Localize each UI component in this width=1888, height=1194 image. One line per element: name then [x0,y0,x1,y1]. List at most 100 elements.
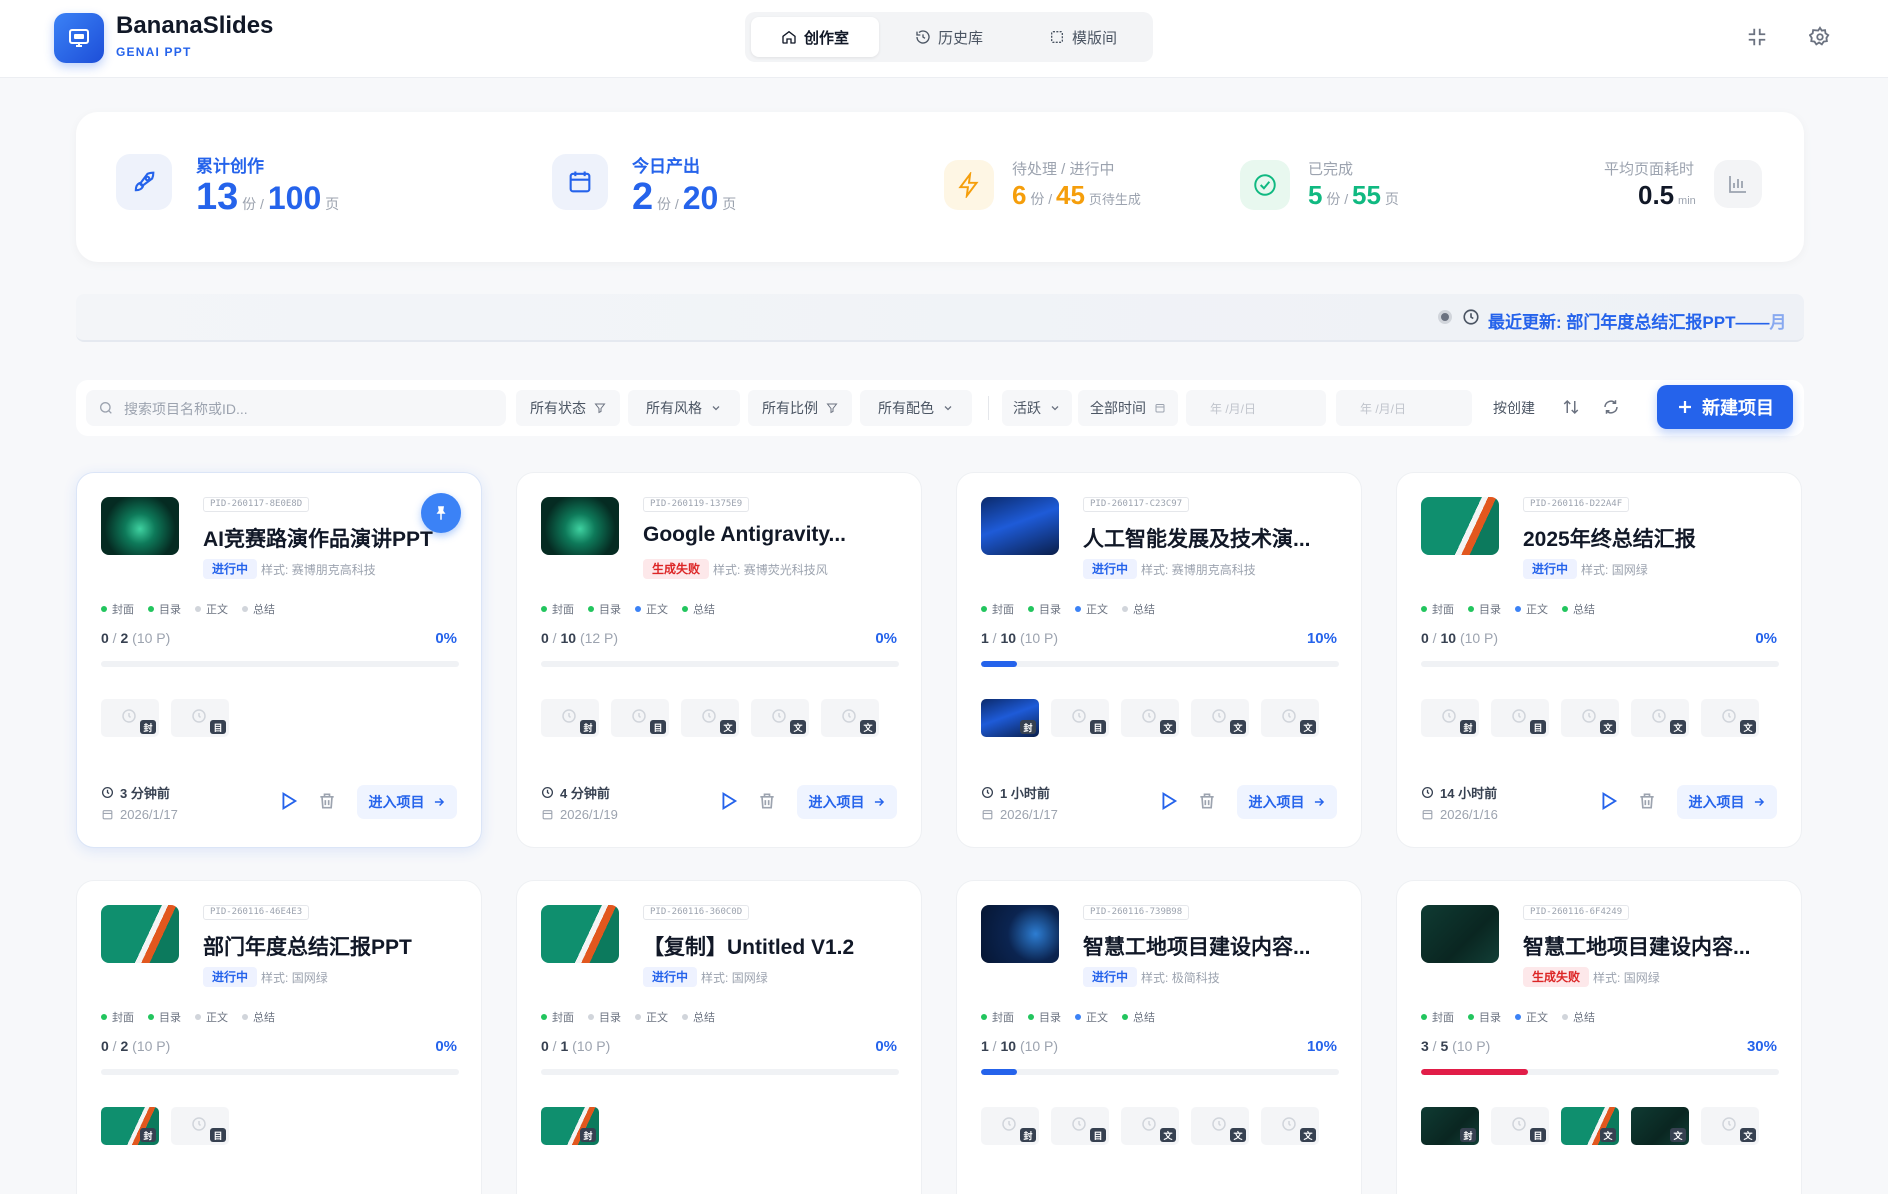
tab-history[interactable]: 历史库 [885,17,1013,57]
play-icon[interactable] [717,790,739,812]
play-icon[interactable] [277,790,299,812]
style-filter[interactable]: 所有风格 [628,390,740,426]
slide-thumbnail[interactable]: 封 [981,1107,1039,1145]
step-0: 封面 [541,1009,574,1025]
color-filter[interactable]: 所有配色 [860,390,972,426]
pending-clock-icon [840,707,858,725]
project-thumbnail[interactable] [1421,497,1499,555]
gear-icon[interactable] [1809,26,1831,48]
slide-thumbnail[interactable]: 封 [541,699,599,737]
project-thumbnail[interactable] [981,905,1059,963]
project-title[interactable]: 部门年度总结汇报PPT [203,931,461,961]
step-0: 封面 [101,1009,134,1025]
project-title[interactable]: Google Antigravity... [643,523,901,547]
slide-thumbnail[interactable]: 文 [821,699,879,737]
project-style: 样式: 国网绿 [1581,563,1648,577]
date-to-input[interactable]: 年 /月/日 [1336,390,1472,426]
step-list: 封面 目录 正文 总结 [541,1009,715,1025]
slide-thumbnail[interactable]: 文 [1631,699,1689,737]
slide-thumbnail[interactable]: 目 [611,699,669,737]
activity-filter[interactable]: 活跃 [1002,390,1072,426]
slide-thumbnail[interactable]: 文 [1701,1107,1759,1145]
slide-thumbnail[interactable]: 文 [751,699,809,737]
stat-pending-value: 6 份 / 45 页待生成 [1012,180,1141,210]
project-card[interactable]: PID-260116-739B98 智慧工地项目建设内容... 进行中 样式: … [956,880,1362,1194]
slide-thumbnail[interactable]: 文 [1191,699,1249,737]
trash-icon[interactable] [1197,790,1217,812]
new-project-button[interactable]: 新建项目 [1657,385,1793,429]
sort-select[interactable]: 按创建 [1484,390,1544,426]
trash-icon[interactable] [1637,790,1657,812]
project-title[interactable]: 人工智能发展及技术演... [1083,523,1341,553]
trash-icon[interactable] [757,790,777,812]
ratio-filter[interactable]: 所有比例 [748,390,852,426]
slide-thumbnail[interactable]: 文 [1701,699,1759,737]
project-thumbnail[interactable] [1421,905,1499,963]
project-thumbnail[interactable] [541,497,619,555]
project-thumbnail[interactable] [981,497,1059,555]
ticker-text[interactable]: 最近更新: 部门年度总结汇报PPT——月 [1488,308,1786,333]
slide-thumbnail[interactable]: 文 [1261,1107,1319,1145]
project-title[interactable]: AI竞赛路演作品演讲PPT [203,523,461,553]
slide-thumbnail[interactable]: 文 [1561,1107,1619,1145]
slide-thumbnail[interactable]: 目 [1491,1107,1549,1145]
collapse-icon[interactable] [1746,26,1768,48]
slide-thumbnail[interactable]: 目 [171,699,229,737]
project-card[interactable]: PID-260116-6F4249 智慧工地项目建设内容... 生成失败 样式:… [1396,880,1802,1194]
date-from-input[interactable]: 年 /月/日 [1186,390,1326,426]
project-card[interactable]: PID-260117-8E0E8D AI竞赛路演作品演讲PPT 进行中 样式: … [76,472,482,848]
progress-bar [101,661,459,667]
pending-clock-icon [1070,707,1088,725]
status-badge: 生成失败 [1523,967,1590,987]
sort-order-icon[interactable] [1562,398,1580,416]
slide-thumbnail[interactable]: 封 [101,1107,159,1145]
slide-thumbnail[interactable]: 封 [981,699,1039,737]
slide-thumbnail[interactable]: 封 [1421,1107,1479,1145]
slide-thumbnail[interactable]: 目 [171,1107,229,1145]
slide-thumbnail[interactable]: 封 [1421,699,1479,737]
enter-project-button[interactable]: 进入项目 [357,785,457,819]
project-card[interactable]: PID-260116-D22A4F 2025年终总结汇报 进行中 样式: 国网绿… [1396,472,1802,848]
status-filter[interactable]: 所有状态 [516,390,620,426]
slide-type-tag: 封 [1460,720,1476,734]
step-3: 总结 [1122,1009,1155,1025]
tab-studio[interactable]: 创作室 [751,17,879,57]
trash-icon[interactable] [317,790,337,812]
slide-thumbnail[interactable]: 目 [1491,699,1549,737]
time-filter[interactable]: 全部时间 [1078,390,1178,426]
enter-project-button[interactable]: 进入项目 [1237,785,1337,819]
slide-thumbnail[interactable]: 封 [101,699,159,737]
project-title[interactable]: 智慧工地项目建设内容... [1083,931,1341,961]
step-list: 封面 目录 正文 总结 [541,601,715,617]
enter-project-button[interactable]: 进入项目 [1677,785,1777,819]
project-thumbnail[interactable] [101,905,179,963]
project-card[interactable]: PID-260116-46E4E3 部门年度总结汇报PPT 进行中 样式: 国网… [76,880,482,1194]
slide-thumbnail[interactable]: 文 [1121,699,1179,737]
refresh-icon[interactable] [1602,398,1620,416]
enter-project-button[interactable]: 进入项目 [797,785,897,819]
slide-thumbnail[interactable]: 文 [1631,1107,1689,1145]
slide-thumbnail[interactable]: 封 [541,1107,599,1145]
play-icon[interactable] [1157,790,1179,812]
project-title[interactable]: 智慧工地项目建设内容... [1523,931,1781,961]
tab-templates[interactable]: 模版间 [1019,17,1147,57]
app-logo[interactable] [54,13,104,63]
slide-thumbnail[interactable]: 文 [1121,1107,1179,1145]
slide-thumbnail[interactable]: 目 [1051,1107,1109,1145]
slide-thumbnail[interactable]: 文 [1561,699,1619,737]
slide-thumbnail[interactable]: 文 [1191,1107,1249,1145]
tab-studio-label: 创作室 [803,29,849,47]
search-input[interactable]: 搜索项目名称或ID... [86,390,506,426]
slide-thumbnail[interactable]: 文 [681,699,739,737]
project-title[interactable]: 【复制】Untitled V1.2 [643,931,901,961]
project-thumbnail[interactable] [541,905,619,963]
stat-today-label: 今日产出 [632,157,700,176]
project-title[interactable]: 2025年终总结汇报 [1523,523,1781,553]
project-card[interactable]: PID-260117-C23C97 人工智能发展及技术演... 进行中 样式: … [956,472,1362,848]
play-icon[interactable] [1597,790,1619,812]
slide-thumbnail[interactable]: 文 [1261,699,1319,737]
project-thumbnail[interactable] [101,497,179,555]
project-card[interactable]: PID-260119-1375E9 Google Antigravity... … [516,472,922,848]
slide-thumbnail[interactable]: 目 [1051,699,1109,737]
project-card[interactable]: PID-260116-360C0D 【复制】Untitled V1.2 进行中 … [516,880,922,1194]
